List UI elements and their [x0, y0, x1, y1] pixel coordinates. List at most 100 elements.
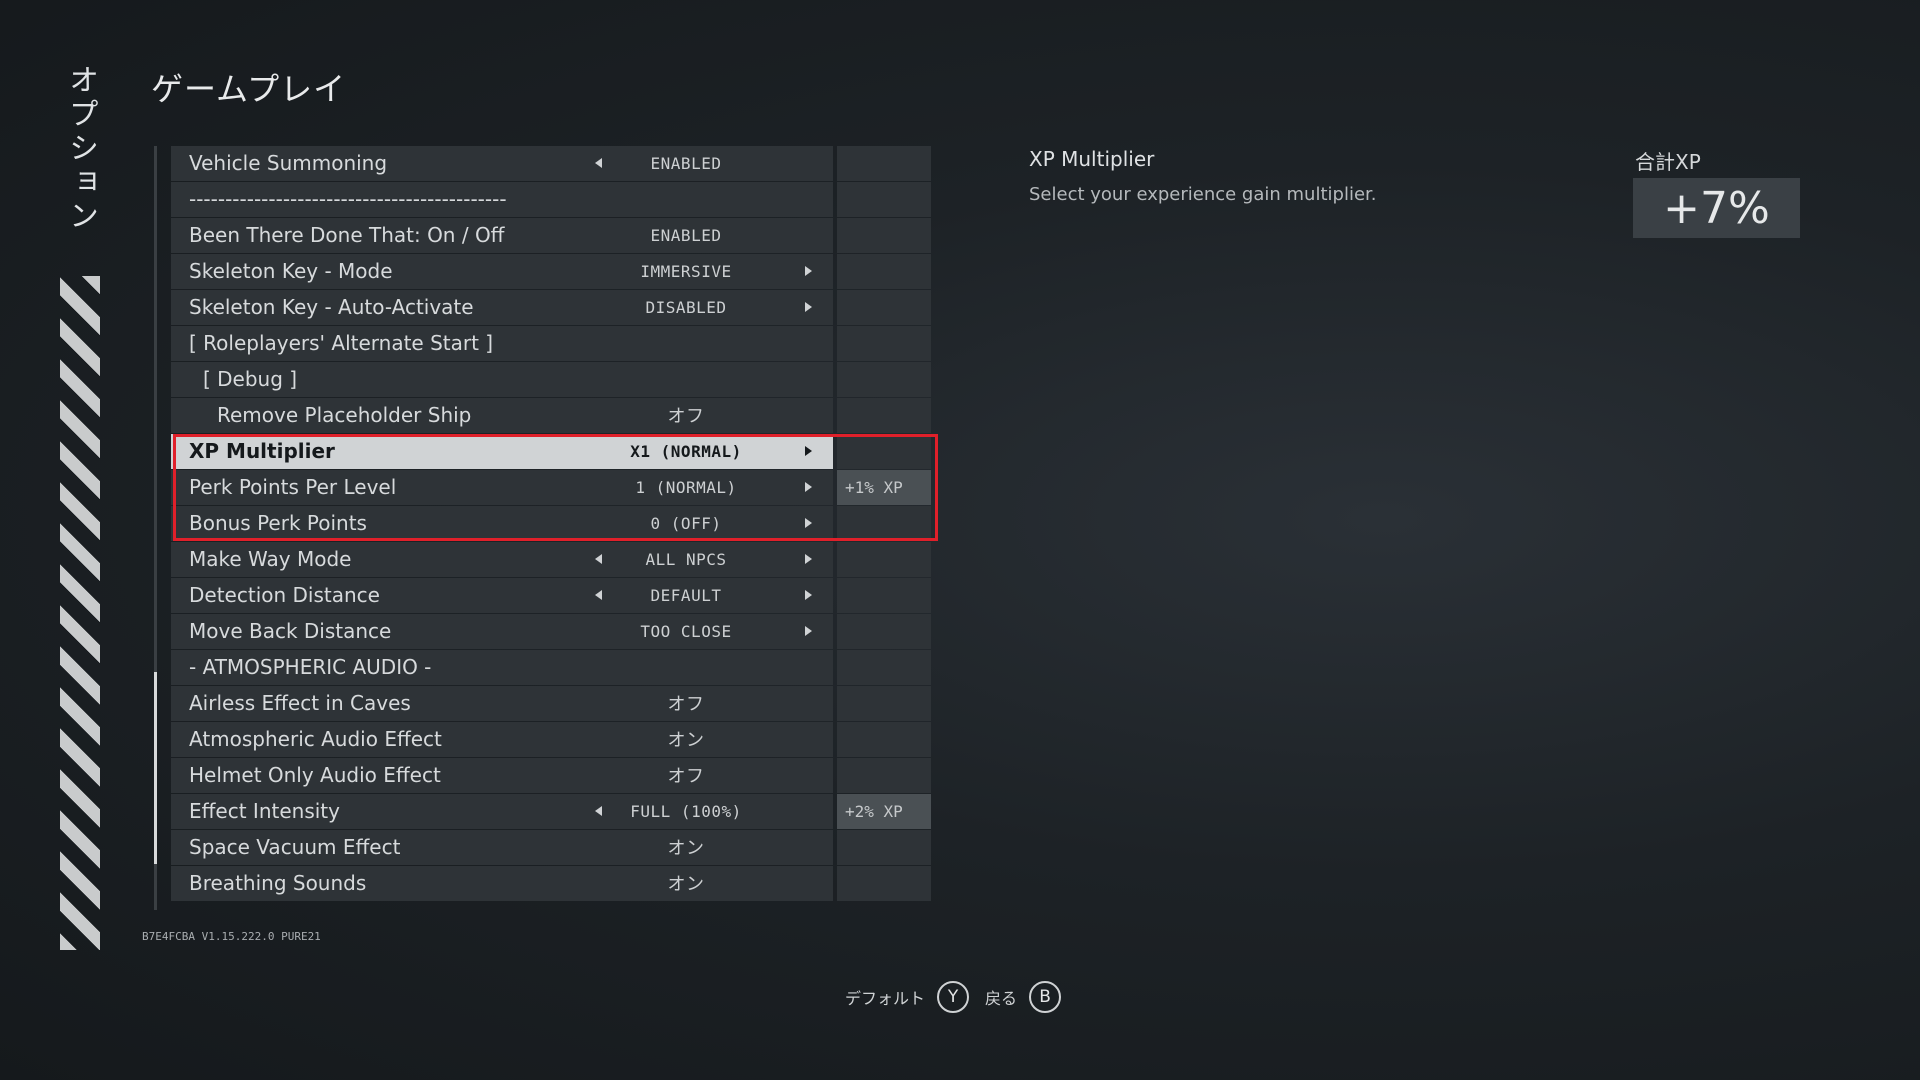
setting-row[interactable]: Vehicle Summoning ENABLED: [171, 146, 931, 181]
setting-value[interactable]: DISABLED: [596, 298, 776, 317]
setting-row-main[interactable]: XP Multiplier X1 (NORMAL): [171, 434, 833, 469]
setting-row[interactable]: Remove Placeholder Ship オフ: [171, 398, 931, 433]
back-hint[interactable]: 戻る B: [985, 981, 1062, 1013]
setting-row[interactable]: Skeleton Key - Mode IMMERSIVE: [171, 254, 931, 289]
setting-label: Perk Points Per Level: [189, 475, 397, 500]
setting-label: Move Back Distance: [189, 619, 392, 644]
setting-label: [ Roleplayers' Alternate Start ]: [189, 331, 494, 356]
setting-row-main[interactable]: Been There Done That: On / Off ENABLED: [171, 218, 833, 253]
total-xp-label: 合計XP: [1635, 150, 1701, 174]
setting-value[interactable]: DEFAULT: [596, 586, 776, 605]
setting-label: Breathing Sounds: [189, 871, 367, 896]
xp-bonus-cell: [837, 578, 931, 613]
setting-value[interactable]: オン: [596, 726, 776, 752]
setting-row[interactable]: Effect Intensity FULL (100%) +2% XP: [171, 794, 931, 829]
setting-row[interactable]: ----------------------------------------…: [171, 182, 931, 217]
setting-row[interactable]: Make Way Mode ALL NPCS: [171, 542, 931, 577]
arrow-right-icon[interactable]: [805, 590, 812, 601]
setting-row[interactable]: Detection Distance DEFAULT: [171, 578, 931, 613]
arrow-right-icon[interactable]: [805, 266, 812, 277]
setting-row[interactable]: Been There Done That: On / Off ENABLED: [171, 218, 931, 253]
setting-row[interactable]: [ Debug ]: [171, 362, 931, 397]
setting-value[interactable]: X1 (NORMAL): [596, 442, 776, 461]
setting-value[interactable]: オフ: [596, 690, 776, 716]
setting-value[interactable]: ENABLED: [596, 154, 776, 173]
setting-row-main[interactable]: Skeleton Key - Mode IMMERSIVE: [171, 254, 833, 289]
xp-bonus-cell: [837, 506, 931, 541]
description-text: Select your experience gain multiplier.: [1029, 184, 1377, 205]
xp-bonus-cell: [837, 398, 931, 433]
setting-row-main[interactable]: Move Back Distance TOO CLOSE: [171, 614, 833, 649]
setting-row-main[interactable]: [ Roleplayers' Alternate Start ]: [171, 326, 833, 361]
setting-row-main[interactable]: [ Debug ]: [171, 362, 833, 397]
settings-list: Vehicle Summoning ENABLED ----------------…: [171, 146, 931, 902]
setting-row-main[interactable]: Skeleton Key - Auto-Activate DISABLED: [171, 290, 833, 325]
setting-label: Skeleton Key - Auto-Activate: [189, 295, 474, 320]
setting-row-main[interactable]: Atmospheric Audio Effect オン: [171, 722, 833, 757]
setting-value[interactable]: TOO CLOSE: [596, 622, 776, 641]
setting-row[interactable]: Space Vacuum Effect オン: [171, 830, 931, 865]
setting-value[interactable]: オフ: [596, 762, 776, 788]
setting-value[interactable]: オン: [596, 834, 776, 860]
setting-value[interactable]: IMMERSIVE: [596, 262, 776, 281]
setting-value[interactable]: 0 (OFF): [596, 514, 776, 533]
options-vertical-title: オプション: [63, 64, 98, 234]
back-hint-label: 戻る: [985, 989, 1018, 1008]
setting-label: Vehicle Summoning: [189, 151, 388, 176]
setting-row[interactable]: Breathing Sounds オン: [171, 866, 931, 901]
description-title: XP Multiplier: [1029, 147, 1155, 171]
b-button-icon[interactable]: B: [1029, 981, 1062, 1013]
setting-row[interactable]: - ATMOSPHERIC AUDIO -: [171, 650, 931, 685]
xp-bonus-cell: [837, 542, 931, 577]
setting-row-main[interactable]: Space Vacuum Effect オン: [171, 830, 833, 865]
scrollbar-thumb[interactable]: [154, 672, 157, 864]
setting-row-main[interactable]: Perk Points Per Level 1 (NORMAL): [171, 470, 833, 505]
setting-label: Been There Done That: On / Off: [189, 223, 505, 248]
arrow-right-icon[interactable]: [805, 302, 812, 313]
setting-label: Skeleton Key - Mode: [189, 259, 393, 284]
setting-row-main[interactable]: ----------------------------------------…: [171, 182, 833, 217]
setting-row-main[interactable]: Vehicle Summoning ENABLED: [171, 146, 833, 181]
arrow-right-icon[interactable]: [805, 518, 812, 529]
setting-row-main[interactable]: Bonus Perk Points 0 (OFF): [171, 506, 833, 541]
setting-value[interactable]: 1 (NORMAL): [596, 478, 776, 497]
setting-value[interactable]: ALL NPCS: [596, 550, 776, 569]
setting-row[interactable]: Airless Effect in Caves オフ: [171, 686, 931, 721]
setting-value[interactable]: ENABLED: [596, 226, 776, 245]
xp-bonus-cell: [837, 290, 931, 325]
setting-row-main[interactable]: - ATMOSPHERIC AUDIO -: [171, 650, 833, 685]
default-hint[interactable]: デフォルト Y: [845, 981, 970, 1013]
xp-bonus-cell: [837, 146, 931, 181]
decorative-stripes: [60, 276, 100, 950]
setting-row[interactable]: Atmospheric Audio Effect オン: [171, 722, 931, 757]
setting-row[interactable]: Bonus Perk Points 0 (OFF): [171, 506, 931, 541]
setting-row-main[interactable]: Breathing Sounds オン: [171, 866, 833, 901]
setting-row[interactable]: [ Roleplayers' Alternate Start ]: [171, 326, 931, 361]
setting-row-main[interactable]: Remove Placeholder Ship オフ: [171, 398, 833, 433]
setting-label: - ATMOSPHERIC AUDIO -: [189, 655, 432, 680]
setting-row[interactable]: Skeleton Key - Auto-Activate DISABLED: [171, 290, 931, 325]
setting-value[interactable]: FULL (100%): [596, 802, 776, 821]
setting-row-main[interactable]: Detection Distance DEFAULT: [171, 578, 833, 613]
setting-row[interactable]: XP Multiplier X1 (NORMAL): [171, 434, 931, 469]
y-button-icon[interactable]: Y: [937, 981, 970, 1013]
arrow-right-icon[interactable]: [805, 482, 812, 493]
setting-label: Make Way Mode: [189, 547, 352, 572]
setting-label: [ Debug ]: [203, 367, 298, 392]
setting-row-main[interactable]: Airless Effect in Caves オフ: [171, 686, 833, 721]
options-screen: オプション ゲームプレイ Vehicle Summoning ENABLED ---…: [0, 0, 1920, 1080]
xp-bonus-cell: [837, 326, 931, 361]
setting-value[interactable]: オン: [596, 870, 776, 896]
setting-row[interactable]: Perk Points Per Level 1 (NORMAL) +1% XP: [171, 470, 931, 505]
setting-row-main[interactable]: Effect Intensity FULL (100%): [171, 794, 833, 829]
setting-row-main[interactable]: Helmet Only Audio Effect オフ: [171, 758, 833, 793]
arrow-right-icon[interactable]: [805, 554, 812, 565]
setting-row[interactable]: Move Back Distance TOO CLOSE: [171, 614, 931, 649]
setting-value[interactable]: オフ: [596, 402, 776, 428]
page-title: ゲームプレイ: [151, 70, 347, 108]
arrow-right-icon[interactable]: [805, 446, 812, 457]
setting-row-main[interactable]: Make Way Mode ALL NPCS: [171, 542, 833, 577]
arrow-right-icon[interactable]: [805, 626, 812, 637]
setting-row[interactable]: Helmet Only Audio Effect オフ: [171, 758, 931, 793]
xp-bonus-cell: [837, 866, 931, 901]
